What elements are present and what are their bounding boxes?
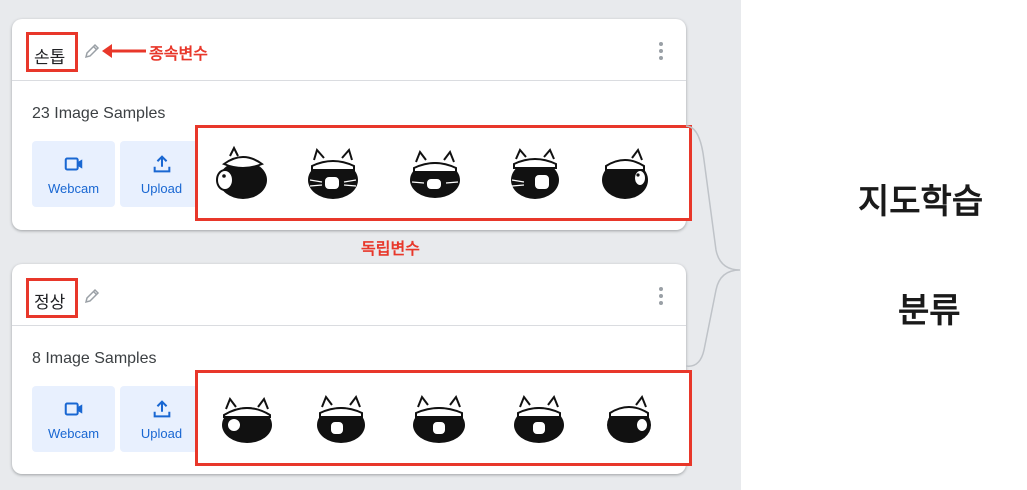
image-samples-highlight-box — [195, 370, 692, 466]
cat-sample-thumbnail[interactable] — [508, 387, 570, 449]
cat-sample-thumbnail[interactable] — [504, 142, 566, 204]
class-card-2: 정상 8 Image Samples Webcam Upload — [12, 264, 692, 474]
webcam-button[interactable]: Webcam — [32, 141, 115, 207]
video-camera-icon — [64, 401, 82, 416]
cat-sample-thumbnail[interactable] — [594, 142, 656, 204]
webcam-button[interactable]: Webcam — [32, 386, 115, 452]
grouping-bracket — [686, 125, 741, 367]
cat-sample-thumbnail[interactable] — [310, 387, 372, 449]
upload-icon — [153, 154, 170, 172]
image-samples-count: 23 Image Samples — [32, 105, 166, 122]
image-samples-highlight-box — [195, 125, 692, 221]
more-options-icon[interactable] — [658, 286, 664, 306]
cat-sample-thumbnail[interactable] — [598, 387, 660, 449]
dependent-variable-annotation: 종속변수 — [149, 44, 208, 63]
cat-sample-thumbnail[interactable] — [408, 387, 470, 449]
webcam-button-label: Webcam — [47, 180, 100, 196]
cat-sample-thumbnail[interactable] — [216, 387, 278, 449]
upload-button[interactable]: Upload — [120, 386, 203, 452]
arrow-left-icon — [102, 44, 146, 58]
webcam-button-label: Webcam — [47, 425, 100, 441]
more-options-icon[interactable] — [658, 41, 664, 61]
class-name-highlight-box — [26, 278, 78, 318]
class-name-highlight-box — [26, 32, 78, 72]
upload-icon — [153, 399, 170, 417]
upload-button-label: Upload — [140, 180, 183, 196]
class-card-header: 정상 — [12, 264, 686, 326]
cat-sample-thumbnail[interactable] — [302, 142, 364, 204]
independent-variable-annotation: 독립변수 — [361, 239, 420, 258]
cat-sample-thumbnail[interactable] — [210, 142, 272, 204]
video-camera-icon — [64, 156, 82, 171]
supervised-learning-label: 지도학습 — [858, 182, 984, 222]
upload-button[interactable]: Upload — [120, 141, 203, 207]
pencil-icon[interactable] — [82, 286, 102, 306]
pencil-icon[interactable] — [82, 41, 102, 61]
classification-label: 분류 — [898, 291, 961, 331]
upload-button-label: Upload — [140, 425, 183, 441]
cat-sample-thumbnail[interactable] — [404, 142, 466, 204]
image-samples-count: 8 Image Samples — [32, 350, 157, 367]
